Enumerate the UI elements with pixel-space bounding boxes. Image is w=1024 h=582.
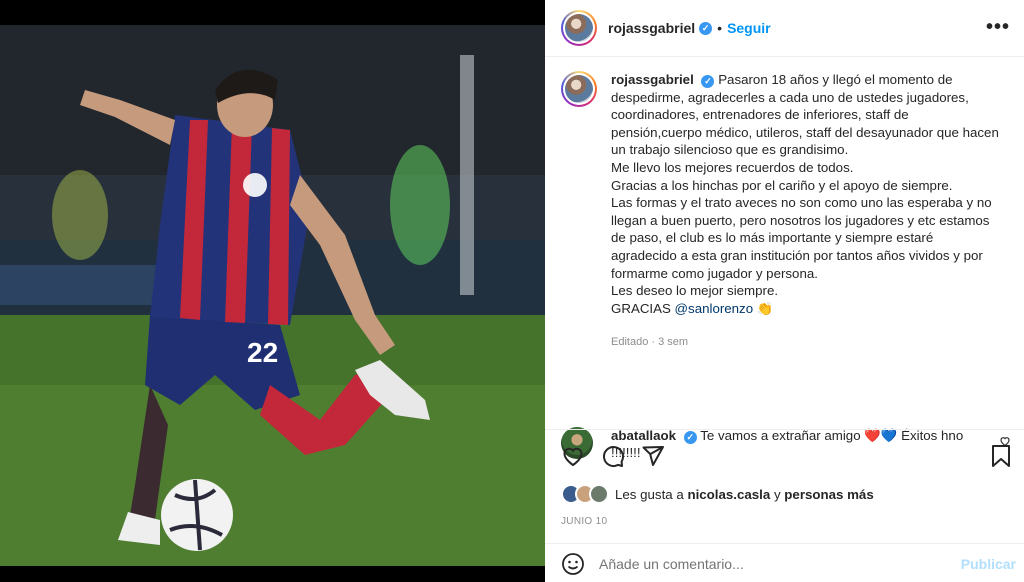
caption-author-avatar[interactable] [561,71,597,107]
author-avatar[interactable] [561,10,597,46]
caption-text: rojassgabriel ✓ Pasaron 18 años y llegó … [611,71,1001,352]
verified-badge-icon: ✓ [701,75,715,89]
comments-scroll-area[interactable]: rojassgabriel ✓ Pasaron 18 años y llegó … [545,57,1024,460]
caption-thanks: GRACIAS [611,300,675,316]
likes-others-link[interactable]: personas más [784,487,873,502]
likes-summary[interactable]: Les gusta a nicolas.casla y personas más [561,484,874,504]
caption-username[interactable]: rojassgabriel [611,72,694,87]
liker-avatar [589,484,609,504]
caption-paragraph-3: Gracias a los hinchas por el cariño y el… [611,177,953,193]
likes-prefix: Les gusta a [615,486,688,502]
caption: rojassgabriel ✓ Pasaron 18 años y llegó … [561,71,1008,352]
photo-panel: 22 [0,0,545,582]
add-comment-input[interactable] [599,555,939,572]
add-comment-bar: Publicar [545,543,1024,582]
jersey-number: 22 [247,337,278,368]
publish-button[interactable]: Publicar [961,556,1016,572]
post-header: rojassgabriel ✓ • Seguir ••• [545,0,1024,57]
separator-dot: • [717,20,723,36]
likes-text: Les gusta a nicolas.casla y personas más [615,487,874,502]
verified-badge-icon: ✓ [699,21,713,35]
caption-timestamp[interactable]: Editado · 3 sem [611,334,1001,352]
share-paper-plane-icon[interactable] [641,444,665,468]
likes-middle: y [770,486,785,502]
post-date[interactable]: JUNIO 10 [561,516,607,527]
author-username[interactable]: rojassgabriel [608,20,695,36]
comment-bubble-icon[interactable] [601,444,625,468]
follow-button[interactable]: Seguir [727,20,771,36]
caption-paragraph-5: Les deseo lo mejor siempre. [611,283,779,299]
likes-user-link[interactable]: nicolas.casla [687,487,770,502]
soccer-player-illustration: 22 [0,25,545,566]
post-side-panel: rojassgabriel ✓ • Seguir ••• rojassgabri… [545,0,1024,582]
instagram-post-modal: 22 rojassgabriel ✓ • Seguir ••• rojassga… [0,0,1024,582]
mention-link[interactable]: @sanlorenzo [675,301,754,316]
save-bookmark-icon[interactable] [990,444,1012,468]
post-actions: Les gusta a nicolas.casla y personas más… [545,429,1024,582]
caption-paragraph-4: Las formas y el trato aveces no son como… [611,195,992,281]
caption-paragraph-2: Me llevo los mejores recuerdos de todos. [611,159,854,175]
emoji-smiley-icon[interactable] [561,552,585,576]
clap-emoji: 👏 [756,300,774,316]
post-photo[interactable]: 22 [0,25,545,566]
like-heart-icon[interactable] [561,444,585,468]
more-options-icon[interactable]: ••• [986,16,1010,39]
